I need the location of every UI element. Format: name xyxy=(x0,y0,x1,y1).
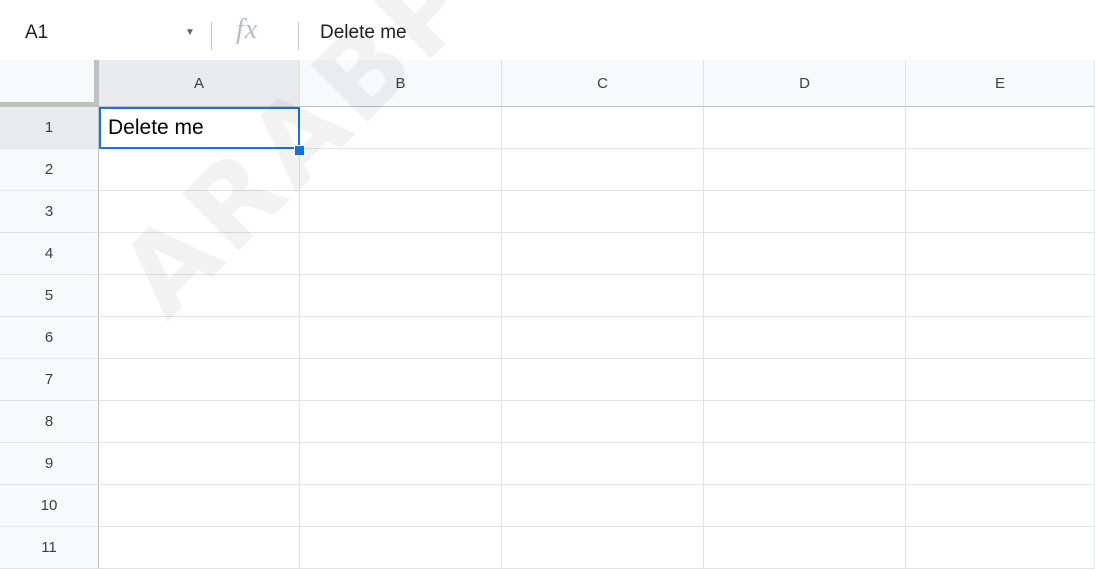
cell-e8[interactable] xyxy=(906,401,1095,443)
cell-c3[interactable] xyxy=(502,191,704,233)
cell-c10[interactable] xyxy=(502,485,704,527)
cell-a1[interactable]: Delete me xyxy=(99,107,300,149)
cell-a9[interactable] xyxy=(99,443,300,485)
cell-d7[interactable] xyxy=(704,359,906,401)
column-header-a[interactable]: A xyxy=(99,60,300,107)
cell-c11[interactable] xyxy=(502,527,704,569)
row-header-9[interactable]: 9 xyxy=(0,443,99,485)
cell-d3[interactable] xyxy=(704,191,906,233)
cell-d4[interactable] xyxy=(704,233,906,275)
divider xyxy=(211,22,212,50)
cell-c4[interactable] xyxy=(502,233,704,275)
cell-e3[interactable] xyxy=(906,191,1095,233)
cell-a2[interactable] xyxy=(99,149,300,191)
chevron-down-icon[interactable]: ▼ xyxy=(185,27,195,38)
cell-b11[interactable] xyxy=(300,527,502,569)
cell-e2[interactable] xyxy=(906,149,1095,191)
cell-c1[interactable] xyxy=(502,107,704,149)
cell-d9[interactable] xyxy=(704,443,906,485)
cell-a6[interactable] xyxy=(99,317,300,359)
column-header-e[interactable]: E xyxy=(906,60,1095,107)
cell-b5[interactable] xyxy=(300,275,502,317)
cell-e6[interactable] xyxy=(906,317,1095,359)
cell-a4[interactable] xyxy=(99,233,300,275)
cell-c8[interactable] xyxy=(502,401,704,443)
divider xyxy=(298,22,299,50)
column-header-d[interactable]: D xyxy=(704,60,906,107)
row-header-4[interactable]: 4 xyxy=(0,233,99,275)
column-header-c[interactable]: C xyxy=(502,60,704,107)
cell-b7[interactable] xyxy=(300,359,502,401)
cell-e5[interactable] xyxy=(906,275,1095,317)
cell-c7[interactable] xyxy=(502,359,704,401)
cell-b1[interactable] xyxy=(300,107,502,149)
select-all-corner[interactable] xyxy=(0,60,99,107)
row-header-10[interactable]: 10 xyxy=(0,485,99,527)
cell-d11[interactable] xyxy=(704,527,906,569)
formula-input[interactable]: Delete me xyxy=(320,22,407,44)
cell-d2[interactable] xyxy=(704,149,906,191)
cell-d8[interactable] xyxy=(704,401,906,443)
cell-b9[interactable] xyxy=(300,443,502,485)
cell-b2[interactable] xyxy=(300,149,502,191)
fill-handle[interactable] xyxy=(294,145,305,156)
row-header-6[interactable]: 6 xyxy=(0,317,99,359)
cell-b3[interactable] xyxy=(300,191,502,233)
cell-b10[interactable] xyxy=(300,485,502,527)
cell-e7[interactable] xyxy=(906,359,1095,401)
row-header-7[interactable]: 7 xyxy=(0,359,99,401)
row-header-1[interactable]: 1 xyxy=(0,107,99,149)
cell-e11[interactable] xyxy=(906,527,1095,569)
cell-b8[interactable] xyxy=(300,401,502,443)
cell-c9[interactable] xyxy=(502,443,704,485)
cell-a10[interactable] xyxy=(99,485,300,527)
cell-a5[interactable] xyxy=(99,275,300,317)
row-header-5[interactable]: 5 xyxy=(0,275,99,317)
cell-a11[interactable] xyxy=(99,527,300,569)
cell-c2[interactable] xyxy=(502,149,704,191)
row-header-11[interactable]: 11 xyxy=(0,527,99,569)
cell-c5[interactable] xyxy=(502,275,704,317)
cell-e9[interactable] xyxy=(906,443,1095,485)
cell-a7[interactable] xyxy=(99,359,300,401)
cell-e1[interactable] xyxy=(906,107,1095,149)
cell-b4[interactable] xyxy=(300,233,502,275)
row-header-3[interactable]: 3 xyxy=(0,191,99,233)
formula-bar: A1 ▼ fx Delete me xyxy=(0,0,1095,61)
cell-a3[interactable] xyxy=(99,191,300,233)
fx-icon: fx xyxy=(236,14,259,45)
name-box[interactable]: A1 xyxy=(25,22,48,44)
cell-d5[interactable] xyxy=(704,275,906,317)
cell-d10[interactable] xyxy=(704,485,906,527)
cell-a8[interactable] xyxy=(99,401,300,443)
cell-c6[interactable] xyxy=(502,317,704,359)
cell-d6[interactable] xyxy=(704,317,906,359)
column-header-b[interactable]: B xyxy=(300,60,502,107)
cell-d1[interactable] xyxy=(704,107,906,149)
cell-b6[interactable] xyxy=(300,317,502,359)
row-header-8[interactable]: 8 xyxy=(0,401,99,443)
cell-e10[interactable] xyxy=(906,485,1095,527)
row-header-2[interactable]: 2 xyxy=(0,149,99,191)
cell-e4[interactable] xyxy=(906,233,1095,275)
